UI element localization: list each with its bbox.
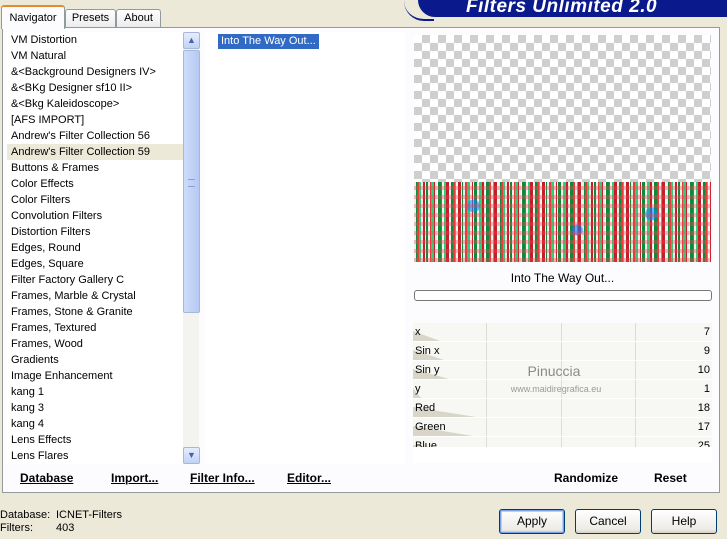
category-item[interactable]: kang 4 <box>7 416 199 432</box>
category-item[interactable]: Edges, Round <box>7 240 199 256</box>
slider-value: 1 <box>703 383 710 395</box>
slider-value: 10 <box>697 364 710 376</box>
filters-count: 403 <box>56 522 75 534</box>
slider-green[interactable]: Green 17 <box>413 418 712 437</box>
category-item[interactable]: Andrew's Filter Collection 56 <box>7 128 199 144</box>
slider-value: 17 <box>697 421 710 433</box>
category-item[interactable]: Lens Effects <box>7 432 199 448</box>
watermark-subtitle: www.maidiregrafica.eu <box>510 384 602 394</box>
category-item[interactable]: Image Enhancement <box>7 368 199 384</box>
slider-label: y <box>415 383 421 395</box>
category-item[interactable]: Distortion Filters <box>7 224 199 240</box>
category-item[interactable]: Frames, Marble & Crystal <box>7 288 199 304</box>
slider-label: Sin x <box>415 345 440 357</box>
category-item[interactable]: kang 1 <box>7 384 199 400</box>
category-item[interactable]: Frames, Wood <box>7 336 199 352</box>
slider-x[interactable]: x7 <box>413 323 712 342</box>
preview-area <box>414 35 711 262</box>
banner-title: Filters Unlimited 2.0 <box>466 0 658 17</box>
category-item[interactable]: Color Effects <box>7 176 199 192</box>
category-scrollbar[interactable]: ▲ ▼ <box>183 32 200 464</box>
filter-item-selected[interactable]: Into The Way Out... <box>218 34 319 49</box>
slider-blank-row <box>413 447 712 463</box>
category-item[interactable]: Frames, Textured <box>7 320 199 336</box>
cancel-button[interactable]: Cancel <box>575 509 641 534</box>
filter-list[interactable]: Into The Way Out... <box>205 32 405 464</box>
slider-label: Sin y <box>415 364 440 376</box>
slider-label: Red <box>415 402 436 414</box>
category-item[interactable]: &<BKg Designer sf10 II> <box>7 80 199 96</box>
scroll-up-icon[interactable]: ▲ <box>183 32 200 49</box>
help-button[interactable]: Help <box>651 509 717 534</box>
slider-value: 9 <box>703 345 710 357</box>
tab-navigator[interactable]: Navigator <box>1 5 65 29</box>
reset-button[interactable]: Reset <box>654 471 687 486</box>
import-button[interactable]: Import... <box>111 471 158 486</box>
category-list[interactable]: VM Distortion VM Natural &<Background Desi… <box>7 32 199 464</box>
category-item[interactable]: Gradients <box>7 352 199 368</box>
filters-label: Filters: <box>0 522 33 534</box>
tab-about[interactable]: About <box>116 9 161 27</box>
category-item[interactable]: VM Distortion <box>7 32 199 48</box>
randomize-button[interactable]: Randomize <box>554 471 618 486</box>
category-item[interactable]: Buttons & Frames <box>7 160 199 176</box>
category-item[interactable]: kang 3 <box>7 400 199 416</box>
category-item[interactable]: Lens Flares <box>7 448 199 464</box>
scroll-down-icon[interactable]: ▼ <box>183 447 200 464</box>
database-value: ICNET-Filters <box>56 509 122 521</box>
progress-bar <box>414 290 712 301</box>
slider-red[interactable]: Red 18 <box>413 399 712 418</box>
title-banner: Filters Unlimited 2.0 <box>404 0 727 21</box>
category-item[interactable]: Convolution Filters <box>7 208 199 224</box>
filter-info-button[interactable]: Filter Info... <box>190 471 255 486</box>
current-filter-name: Into The Way Out... <box>510 271 615 285</box>
slider-sin-y[interactable]: Sin y 10 <box>413 361 712 380</box>
tab-presets[interactable]: Presets <box>65 9 116 27</box>
category-item[interactable]: Filter Factory Gallery C <box>7 272 199 288</box>
scroll-thumb[interactable] <box>183 50 200 313</box>
category-item[interactable]: Andrew's Filter Collection 59 <box>7 144 199 160</box>
slider-sin-x[interactable]: Sin x 9 <box>413 342 712 361</box>
category-item[interactable]: Color Filters <box>7 192 199 208</box>
editor-button[interactable]: Editor... <box>287 471 331 486</box>
slider-value: 7 <box>703 326 710 338</box>
apply-button[interactable]: Apply <box>499 509 565 534</box>
slider-label: x <box>415 326 421 338</box>
slider-value: 18 <box>697 402 710 414</box>
slider-label: Green <box>415 421 446 433</box>
database-button[interactable]: Database <box>20 471 73 486</box>
category-item[interactable]: Frames, Stone & Granite <box>7 304 199 320</box>
preview-image <box>414 182 711 262</box>
category-item[interactable]: Edges, Square <box>7 256 199 272</box>
category-item[interactable]: &<Background Designers IV> <box>7 64 199 80</box>
category-item[interactable]: VM Natural <box>7 48 199 64</box>
category-item[interactable]: [AFS IMPORT] <box>7 112 199 128</box>
category-item[interactable]: &<Bkg Kaleidoscope> <box>7 96 199 112</box>
database-label: Database: <box>0 509 51 521</box>
